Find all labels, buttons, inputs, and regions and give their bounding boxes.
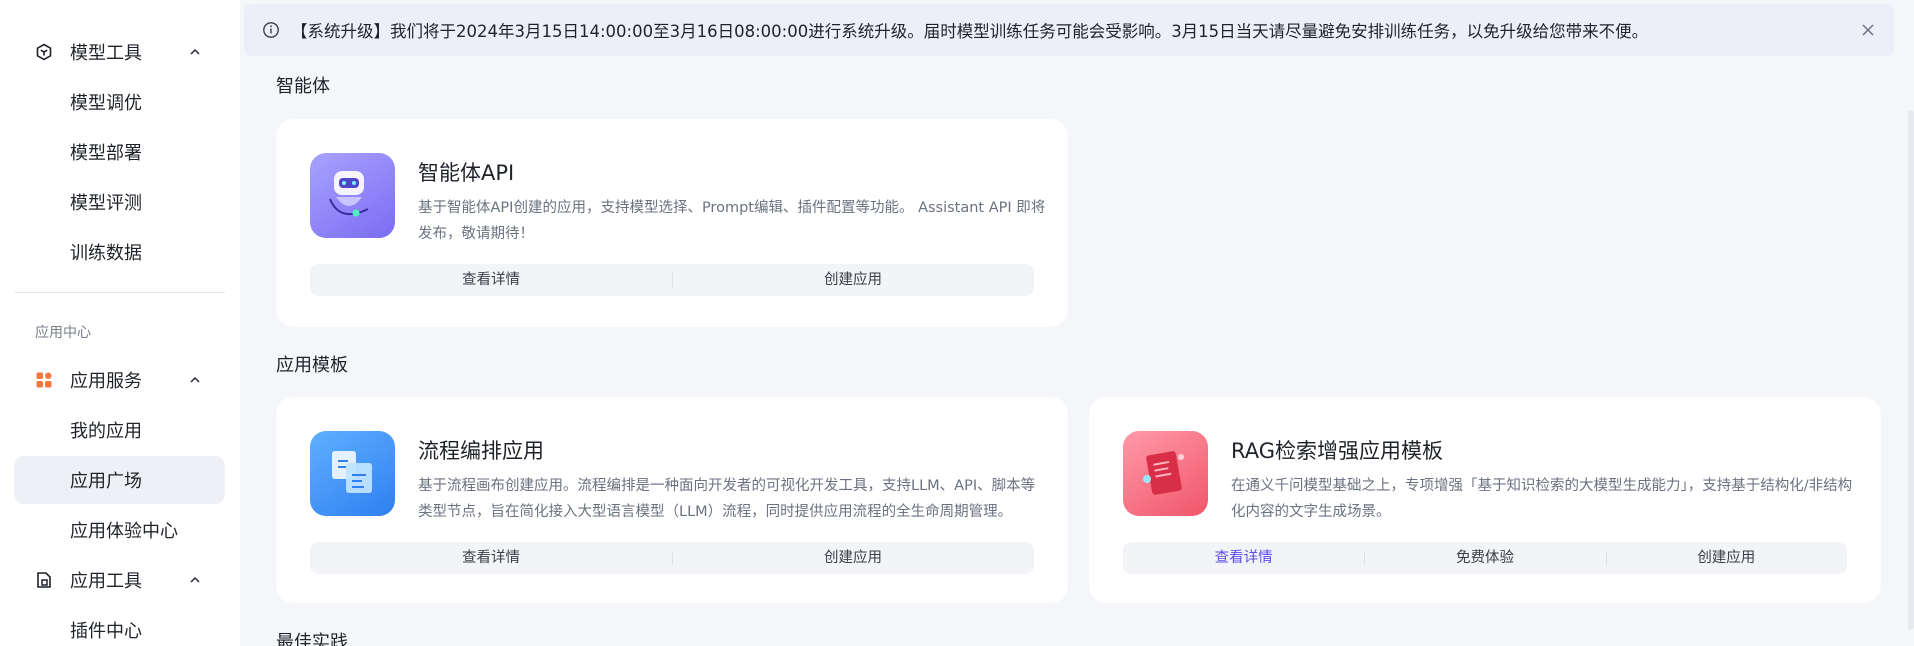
main-content: 【系统升级】我们将于2024年3月15日14:00:00至3月16日08:00:… [244, 0, 1914, 646]
card-agent-api[interactable]: 智能体API 基于智能体API创建的应用，支持模型选择、Prompt编辑、插件配… [276, 119, 1068, 327]
sidebar-item-app-plaza[interactable]: 应用广场 [14, 456, 225, 504]
create-app-button[interactable]: 创建应用 [672, 542, 1034, 574]
card-description: 基于智能体API创建的应用，支持模型选择、Prompt编辑、插件配置等功能。 A… [418, 200, 1046, 242]
flow-app-thumbnail [310, 431, 395, 516]
sidebar-item-model-deploy[interactable]: 模型部署 [14, 128, 225, 176]
card-actions: 查看详情 创建应用 [310, 542, 1034, 574]
sidebar-group-label: 应用服务 [70, 371, 142, 392]
chevron-up-icon[interactable] [185, 370, 205, 390]
card-flow-app[interactable]: 流程编排应用 基于流程画布创建应用。流程编排是一种面向开发者的可视化开发工具，支… [276, 397, 1068, 603]
view-details-button[interactable]: 查看详情 [310, 542, 672, 574]
view-details-button[interactable]: 查看详情 [310, 264, 672, 296]
section-title-templates: 应用模板 [276, 355, 348, 376]
section-title-best-practice: 最佳实践 [276, 632, 348, 646]
sidebar-item-my-apps[interactable]: 我的应用 [14, 406, 225, 454]
free-trial-button[interactable]: 免费体验 [1364, 542, 1605, 574]
create-app-button[interactable]: 创建应用 [672, 264, 1034, 296]
sidebar-item-model-tuning[interactable]: 模型调优 [14, 78, 225, 126]
create-app-button[interactable]: 创建应用 [1605, 542, 1847, 574]
card-rag-template[interactable]: RAG检索增强应用模板 在通义千问模型基础之上，专项增强「基于知识检索的大模型生… [1089, 397, 1881, 603]
card-description: 在通义千问模型基础之上，专项增强「基于知识检索的大模型生成能力」，支持基于结构化… [1231, 478, 1853, 520]
agent-api-thumbnail [310, 153, 395, 238]
sidebar-item-plugin-center[interactable]: 插件中心 [14, 606, 225, 646]
card-description: 基于流程画布创建应用。流程编排是一种面向开发者的可视化开发工具，支持LLM、AP… [418, 478, 1036, 520]
grid-apps-icon [34, 370, 54, 390]
view-details-button[interactable]: 查看详情 [1123, 542, 1364, 574]
info-circle-icon [261, 20, 281, 40]
card-title: RAG检索增强应用模板 [1231, 439, 1444, 463]
scrollbar[interactable] [1908, 110, 1914, 630]
sidebar-group-model-tools[interactable]: 模型工具 [14, 29, 225, 75]
sidebar-group-label: 应用工具 [70, 571, 142, 592]
chevron-up-icon[interactable] [185, 570, 205, 590]
sidebar-item-model-eval[interactable]: 模型评测 [14, 178, 225, 226]
card-title: 智能体API [418, 161, 515, 185]
chevron-up-icon[interactable] [185, 42, 205, 62]
system-notice-banner: 【系统升级】我们将于2024年3月15日14:00:00至3月16日08:00:… [244, 4, 1894, 56]
sidebar-item-training-data[interactable]: 训练数据 [14, 228, 225, 276]
sidebar-divider [14, 292, 225, 293]
rag-template-thumbnail [1123, 431, 1208, 516]
sidebar-group-app-tools[interactable]: 应用工具 [14, 557, 225, 603]
section-title-agent: 智能体 [276, 76, 330, 97]
card-actions: 查看详情 免费体验 创建应用 [1123, 542, 1847, 574]
sidebar-section-label: 应用中心 [35, 325, 91, 341]
app-root: 模型工具 模型调优 模型部署 模型评测 训练数据 应用中心 应用服务 我的应用 … [0, 0, 1914, 646]
document-tool-icon [34, 570, 54, 590]
banner-text: 【系统升级】我们将于2024年3月15日14:00:00至3月16日08:00:… [291, 22, 1649, 41]
close-icon[interactable] [1858, 20, 1878, 40]
sidebar-item-app-experience[interactable]: 应用体验中心 [14, 506, 225, 554]
card-title: 流程编排应用 [418, 439, 544, 463]
sidebar-group-app-services[interactable]: 应用服务 [14, 357, 225, 403]
sidebar: 模型工具 模型调优 模型部署 模型评测 训练数据 应用中心 应用服务 我的应用 … [0, 0, 240, 646]
card-actions: 查看详情 创建应用 [310, 264, 1034, 296]
sidebar-group-label: 模型工具 [70, 43, 142, 64]
cube-hex-icon [34, 42, 54, 62]
